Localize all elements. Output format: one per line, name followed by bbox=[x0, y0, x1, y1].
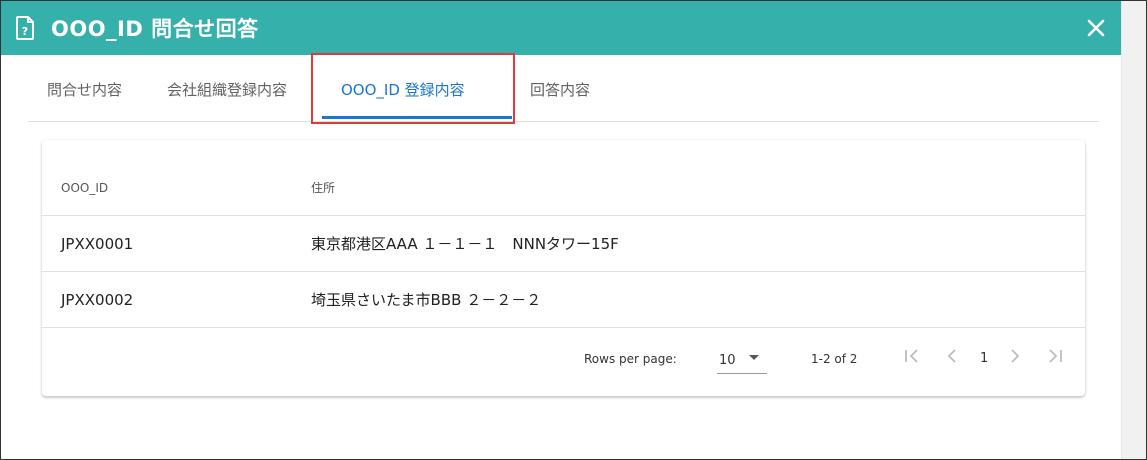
caret-down-icon bbox=[749, 355, 759, 360]
last-page-icon[interactable] bbox=[1045, 346, 1065, 366]
rows-per-page-select[interactable]: 10 bbox=[717, 343, 767, 374]
tab-ooo-id-registration[interactable]: OOO_ID 登録内容 bbox=[341, 55, 465, 121]
table-row[interactable]: JPXX0001 東京都港区AAA １－１－１ NNNタワー15F bbox=[42, 215, 1085, 272]
rows-per-page-value: 10 bbox=[719, 353, 736, 368]
pagination-range: 1-2 of 2 bbox=[811, 352, 858, 366]
dialog: ? OOO_ID 問合せ回答 問合せ内容 会社組織登録内容 OOO_ID 登録内… bbox=[0, 0, 1147, 460]
column-header-address[interactable]: 住所 bbox=[311, 160, 1085, 216]
svg-text:?: ? bbox=[22, 25, 28, 38]
tab-bar: 問合せ内容 会社組織登録内容 OOO_ID 登録内容 回答内容 bbox=[28, 55, 1099, 122]
close-icon[interactable] bbox=[1084, 16, 1108, 40]
cell-ooo-id: JPXX0002 bbox=[42, 271, 311, 328]
vertical-scrollbar[interactable] bbox=[1121, 1, 1146, 459]
table-row[interactable]: JPXX0002 埼玉県さいたま市BBB ２－２－２ bbox=[42, 271, 1085, 328]
current-page-number: 1 bbox=[980, 351, 989, 366]
tab-company-registration[interactable]: 会社組織登録内容 bbox=[167, 55, 287, 121]
chevron-right-icon[interactable] bbox=[1005, 346, 1025, 366]
tab-inquiry-content[interactable]: 問合せ内容 bbox=[47, 55, 122, 121]
dialog-header: ? OOO_ID 問合せ回答 bbox=[1, 1, 1122, 55]
ooo-id-table: OOO_ID 住所 JPXX0001 東京都港区AAA １－１－１ NNNタワー… bbox=[42, 160, 1085, 328]
column-header-ooo-id[interactable]: OOO_ID bbox=[42, 160, 311, 216]
rows-per-page-label: Rows per page: bbox=[584, 352, 677, 366]
active-tab-indicator bbox=[322, 116, 512, 119]
cell-address: 東京都港区AAA １－１－１ NNNタワー15F bbox=[311, 215, 1085, 272]
table-header-row: OOO_ID 住所 bbox=[42, 160, 1085, 216]
help-document-icon: ? bbox=[16, 16, 34, 40]
dialog-title: OOO_ID 問合せ回答 bbox=[51, 17, 259, 41]
table-pagination: Rows per page: 10 1-2 of 2 1 bbox=[42, 329, 1085, 389]
first-page-icon[interactable] bbox=[902, 346, 922, 366]
data-table-card: OOO_ID 住所 JPXX0001 東京都港区AAA １－１－１ NNNタワー… bbox=[42, 140, 1085, 396]
cell-ooo-id: JPXX0001 bbox=[42, 215, 311, 272]
chevron-left-icon[interactable] bbox=[942, 346, 962, 366]
cell-address: 埼玉県さいたま市BBB ２－２－２ bbox=[311, 271, 1085, 328]
tab-answer-content[interactable]: 回答内容 bbox=[530, 55, 590, 121]
